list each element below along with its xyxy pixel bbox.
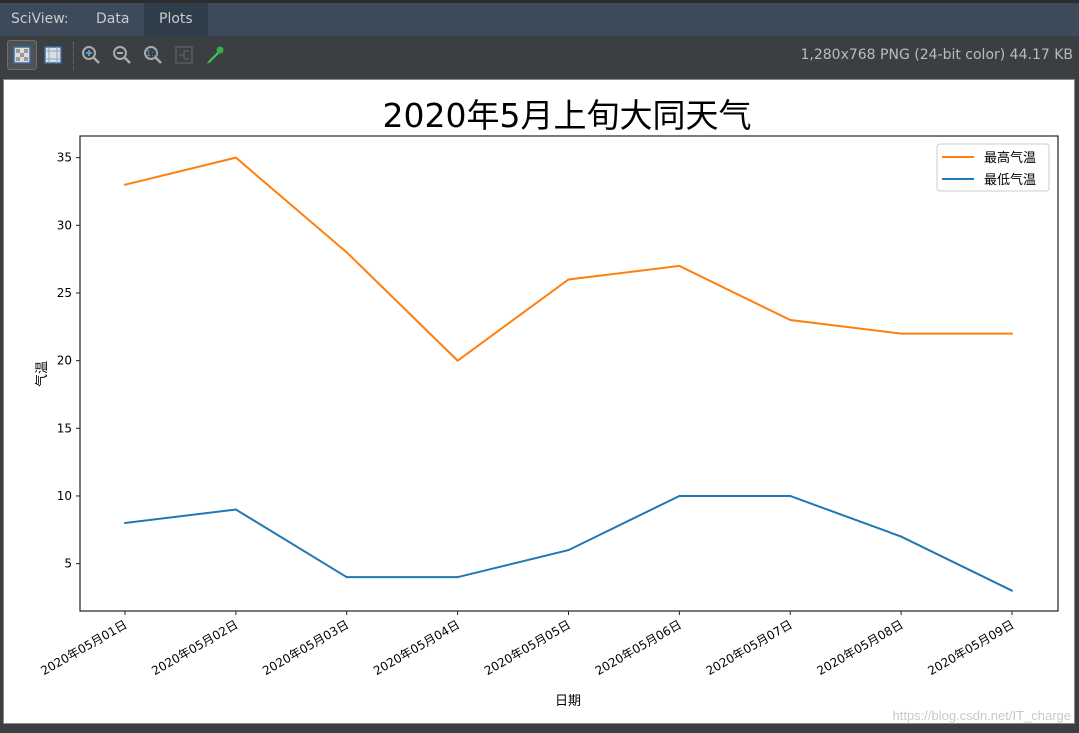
data-point [567, 549, 570, 552]
data-point [234, 156, 237, 159]
data-point [456, 359, 459, 362]
data-point [789, 319, 792, 322]
y-tick-label: 35 [57, 151, 72, 165]
legend: 最高气温 最低气温 [936, 143, 1050, 192]
y-tick-label: 30 [57, 218, 72, 232]
series-line-low [124, 494, 1013, 592]
x-tick-label: 2020年05月05日 [482, 617, 573, 678]
data-point [567, 278, 570, 281]
data-point [345, 576, 348, 579]
y-tick-label: 25 [57, 286, 72, 300]
data-point [900, 332, 903, 335]
data-point [1011, 589, 1013, 592]
data-point [1011, 332, 1013, 335]
x-tick-label: 2020年05月03日 [260, 617, 351, 678]
plot-frame [79, 135, 1059, 612]
data-point [678, 264, 681, 267]
data-point [124, 522, 126, 525]
y-tick-label: 10 [57, 489, 72, 503]
data-point [678, 494, 681, 497]
x-tick-label: 2020年05月08日 [815, 617, 906, 678]
data-point [789, 494, 792, 497]
y-tick-label: 5 [64, 557, 72, 571]
legend-label-high: 最高气温 [984, 150, 1036, 166]
x-tick-label: 2020年05月01日 [38, 617, 129, 678]
chart-title: 2020年5月上旬大同天气 [383, 96, 752, 135]
data-point [900, 535, 903, 538]
watermark: https://blog.csdn.net/IT_charge [892, 708, 1072, 723]
x-tick-label: 2020年05月02日 [149, 617, 240, 678]
x-tick-label: 2020年05月04日 [371, 617, 462, 678]
data-point [234, 508, 237, 511]
x-tick-label: 2020年05月06日 [593, 617, 684, 678]
line-chart: 2020年5月上旬大同天气 5 10 15 20 25 30 35 2020年05月01日 20… [34, 96, 1059, 709]
data-point [345, 251, 348, 254]
y-tick-label: 20 [57, 354, 72, 368]
x-tick-label: 2020年05月07日 [704, 617, 795, 678]
series-line-high [124, 156, 1012, 362]
data-point [456, 576, 459, 579]
data-point [124, 183, 126, 186]
y-tick-label: 15 [57, 421, 72, 435]
legend-label-low: 最低气温 [984, 172, 1036, 188]
y-axis-label: 气温 [34, 361, 50, 387]
x-axis-label: 日期 [555, 694, 581, 709]
x-tick-label: 2020年05月09日 [925, 617, 1016, 678]
